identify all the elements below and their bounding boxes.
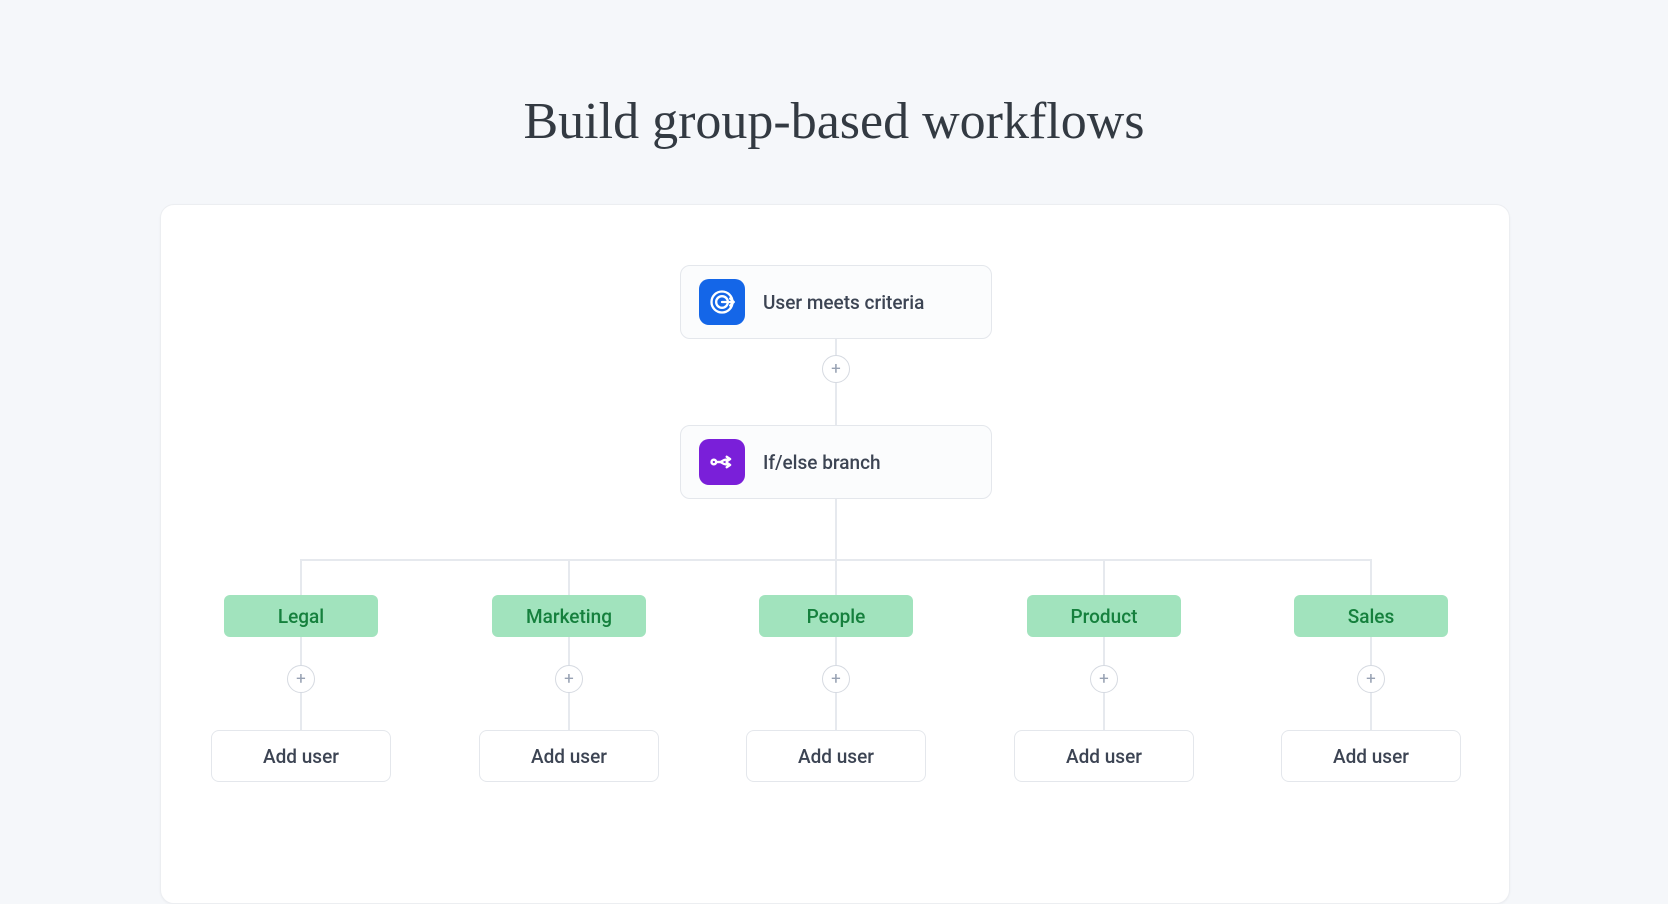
connector-line	[568, 559, 570, 595]
node-add-user-label: Add user	[1333, 745, 1409, 768]
branch-label-legal[interactable]: Legal	[224, 595, 378, 637]
branch-icon	[699, 439, 745, 485]
branch-label-sales[interactable]: Sales	[1294, 595, 1448, 637]
branch-label-marketing[interactable]: Marketing	[492, 595, 646, 637]
node-add-user[interactable]: Add user	[1014, 730, 1194, 782]
branch-label-text: Product	[1071, 605, 1138, 628]
branch-label-text: Legal	[278, 605, 324, 628]
add-step-button[interactable]	[287, 665, 315, 693]
node-add-user-label: Add user	[798, 745, 874, 768]
target-icon	[699, 279, 745, 325]
node-add-user-label: Add user	[263, 745, 339, 768]
node-add-user[interactable]: Add user	[211, 730, 391, 782]
node-add-user[interactable]: Add user	[479, 730, 659, 782]
branch-label-people[interactable]: People	[759, 595, 913, 637]
node-add-user[interactable]: Add user	[746, 730, 926, 782]
add-step-button[interactable]	[822, 665, 850, 693]
node-branch-label: If/else branch	[763, 451, 881, 474]
page-title: Build group-based workflows	[0, 0, 1668, 151]
branch-label-text: Marketing	[526, 605, 612, 628]
add-step-button[interactable]	[555, 665, 583, 693]
workflow-canvas: User meets criteria If/else branch Legal…	[160, 204, 1510, 904]
node-criteria[interactable]: User meets criteria	[680, 265, 992, 339]
branch-label-product[interactable]: Product	[1027, 595, 1181, 637]
branch-label-text: People	[807, 605, 866, 628]
node-add-user[interactable]: Add user	[1281, 730, 1461, 782]
connector-line	[835, 499, 837, 559]
connector-line	[835, 559, 837, 595]
add-step-button[interactable]	[1090, 665, 1118, 693]
connector-line	[1103, 559, 1105, 595]
node-add-user-label: Add user	[1066, 745, 1142, 768]
add-step-button[interactable]	[822, 355, 850, 383]
branch-label-text: Sales	[1348, 605, 1395, 628]
add-step-button[interactable]	[1357, 665, 1385, 693]
connector-line	[300, 559, 302, 595]
connector-line	[1370, 559, 1372, 595]
node-criteria-label: User meets criteria	[763, 291, 924, 314]
node-add-user-label: Add user	[531, 745, 607, 768]
node-branch[interactable]: If/else branch	[680, 425, 992, 499]
